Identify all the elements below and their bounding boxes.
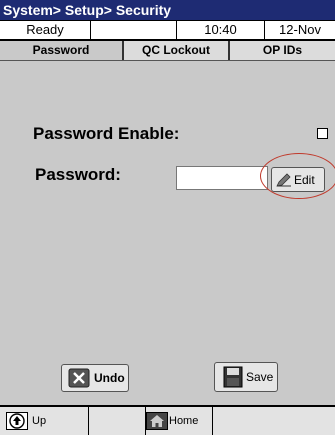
up-button-label: Up <box>32 415 47 427</box>
undo-button[interactable]: Undo <box>61 364 129 392</box>
nav-spacer <box>89 407 146 435</box>
password-label: Password: <box>35 165 121 184</box>
save-button[interactable]: Save <box>214 362 278 392</box>
home-button-label: Home <box>169 415 199 427</box>
tab-op-ids[interactable]: OP IDs <box>230 41 335 60</box>
bottom-nav: Up Home <box>0 405 335 435</box>
tab-password[interactable]: Password <box>0 41 124 60</box>
highlight-circle <box>260 153 335 199</box>
undo-button-label: Undo <box>94 371 125 385</box>
window-title: System> Setup> Security <box>0 0 335 21</box>
tab-bar: Password QC Lockout OP IDs <box>0 41 335 61</box>
arrow-up-icon <box>6 412 28 430</box>
status-bar: Ready 10:40 12-Nov <box>0 21 335 41</box>
status-date: 12-Nov <box>264 21 335 39</box>
status-time: 10:40 <box>176 21 264 39</box>
floppy-disk-icon <box>223 366 243 388</box>
x-icon <box>68 368 90 388</box>
status-blank <box>90 21 176 39</box>
password-enable-label: Password Enable: <box>33 124 180 143</box>
house-icon <box>146 412 168 430</box>
password-enable-checkbox[interactable] <box>317 128 328 139</box>
password-field[interactable] <box>176 166 268 190</box>
tab-qc-lockout[interactable]: QC Lockout <box>124 41 230 60</box>
home-button[interactable]: Home <box>146 407 213 435</box>
save-button-label: Save <box>246 370 274 384</box>
up-button[interactable]: Up <box>0 407 89 435</box>
status-state: Ready <box>26 22 64 37</box>
